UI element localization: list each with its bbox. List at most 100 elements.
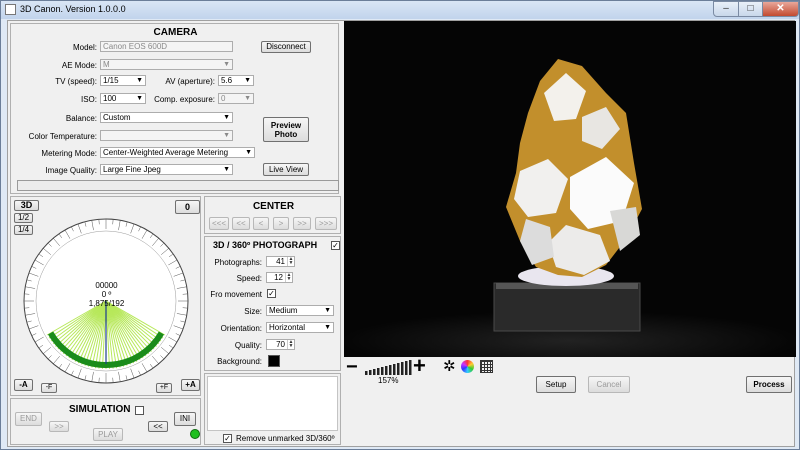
center-header: CENTER [252,201,295,212]
center-left-1-button[interactable]: < [253,217,269,230]
grid-icon[interactable] [480,360,493,373]
color-wheel-icon[interactable] [461,360,474,373]
av-label: AV (aperture): [165,77,215,86]
settings-gear-icon[interactable]: ✲ [443,359,456,374]
remove-unmarked-checkbox[interactable]: ✓ [223,434,232,443]
chevron-down-icon: ▼ [324,324,331,331]
zoom-level-bar [385,366,388,375]
photographs-label: Photographs: [214,258,262,267]
progress-bar [17,180,339,191]
comp-select: 0 ▼ [218,93,254,104]
ini-button[interactable]: INI [174,412,196,426]
photographs-stepper[interactable]: 41 ▲ ▼ [266,256,295,267]
minus-a-button[interactable]: -A [14,379,33,391]
zoom-percent: 157% [378,376,399,385]
chevron-down-icon: ▼ [136,95,143,102]
speed-label: Speed: [236,274,262,283]
model-field: Canon EOS 600D [100,41,233,52]
spin-arrows-icon: ▲ ▼ [287,339,294,349]
center-right-1-button[interactable]: > [273,217,289,230]
simulation-panel: SIMULATION END INI >> << PLAY [10,398,201,445]
play-button[interactable]: PLAY [93,428,123,441]
zoom-level-bar [365,371,368,375]
disconnect-button[interactable]: Disconnect [261,41,311,53]
speed-value: 12 [274,273,283,282]
marked-list[interactable] [207,376,338,431]
orientation-value: Horizontal [269,323,306,332]
cancel-button[interactable]: Cancel [588,376,630,393]
iso-label: ISO: [80,95,97,104]
size-select[interactable]: Medium ▼ [266,305,334,316]
spin-arrows-icon: ▲ ▼ [287,256,294,266]
color-temp-select: ▼ [100,130,233,141]
app-icon [5,4,16,15]
setup-button[interactable]: Setup [536,376,576,393]
preview-photo-button[interactable]: Preview Photo [263,117,309,142]
zoom-slider[interactable] [365,359,413,375]
size-value: Medium [269,306,298,315]
color-temp-label: Color Temperature: [28,132,97,141]
center-panel: CENTER <<< << < > >> >>> [204,196,341,234]
center-right-3-button[interactable]: >>> [315,217,337,230]
camera-panel: CAMERA Model: Canon EOS 600D Disconnect … [10,23,339,194]
turntable-panel: 3D 1/2 1/4 0 00000 0 º 1,875/192 -A -F +… [10,196,201,396]
iso-select[interactable]: 100 ▼ [100,93,146,104]
fro-movement-checkbox[interactable]: ✓ [267,289,276,298]
orientation-select[interactable]: Horizontal ▼ [266,322,334,333]
chevron-down-icon: ▼ [223,166,230,173]
metering-select[interactable]: Center-Weighted Average Metering ▼ [100,147,255,158]
client-area: CAMERA Model: Canon EOS 600D Disconnect … [7,20,796,447]
process-button[interactable]: Process [746,376,792,393]
photograph-panel: 3D / 360º PHOTOGRAPH ✓ Photographs: 41 ▲ ▼… [204,236,341,371]
simulation-header: SIMULATION [69,404,131,415]
balance-label: Balance: [65,114,97,123]
quality-stepper[interactable]: 70 ▲ ▼ [266,339,295,350]
live-view-button[interactable]: Live View [263,163,309,176]
minus-f-button[interactable]: -F [41,383,57,393]
chevron-down-icon: ▼ [245,149,252,156]
close-button[interactable]: ✕ [762,1,799,17]
marked-list-panel: ✓ Remove unmarked 3D/360º [204,373,341,445]
simulation-checkbox[interactable] [135,406,144,415]
zoom-level-bar [373,369,376,375]
photograph-checkbox[interactable]: ✓ [331,241,340,250]
quality-label: Image Quality: [45,166,97,175]
zoom-level-bar [389,365,392,375]
quality-value: Large Fine Jpeg [103,165,161,174]
maximize-button[interactable]: □ [738,1,763,17]
photographs-value: 41 [276,257,285,266]
tv-select[interactable]: 1/15 ▼ [100,75,146,86]
tv-value: 1/15 [103,76,119,85]
chevron-down-icon: ▼ [223,61,230,68]
center-left-2-button[interactable]: << [232,217,250,230]
remove-unmarked-label: Remove unmarked 3D/360º [236,434,335,443]
quality-select[interactable]: Large Fine Jpeg ▼ [100,164,233,175]
zoom-level-bars [365,360,412,375]
forward-button[interactable]: >> [49,421,69,432]
zoom-level-bar [381,367,384,375]
background-color-swatch[interactable] [268,355,280,367]
minimize-button[interactable]: – [713,1,739,17]
ae-mode-select: M ▼ [100,59,233,70]
balance-select[interactable]: Custom ▼ [100,112,233,123]
window-title: 3D Canon. Version 1.0.0.0 [20,4,126,14]
center-left-3-button[interactable]: <<< [209,217,229,230]
av-select[interactable]: 5.6 ▼ [218,75,254,86]
end-button[interactable]: END [15,412,42,426]
title-bar[interactable]: 3D Canon. Version 1.0.0.0 – □ ✕ [1,1,799,19]
center-right-2-button[interactable]: >> [293,217,311,230]
app-window: 3D Canon. Version 1.0.0.0 – □ ✕ CAMERA M… [0,0,800,450]
plus-a-button[interactable]: +A [181,379,200,391]
speed-stepper[interactable]: 12 ▲ ▼ [266,272,293,283]
size-label: Size: [244,307,262,316]
metering-label: Metering Mode: [41,149,97,158]
back-button[interactable]: << [148,421,168,432]
plus-f-button[interactable]: +F [156,383,172,393]
chevron-down-icon: ▼ [223,132,230,139]
av-value: 5.6 [221,76,233,85]
zoom-out-icon[interactable]: − [346,357,358,377]
chevron-down-icon: ▼ [244,77,251,84]
zoom-in-icon[interactable]: + [413,355,426,377]
dial-steps: 1,875/192 [88,299,125,308]
fro-movement-label: Fro movement [210,290,262,299]
